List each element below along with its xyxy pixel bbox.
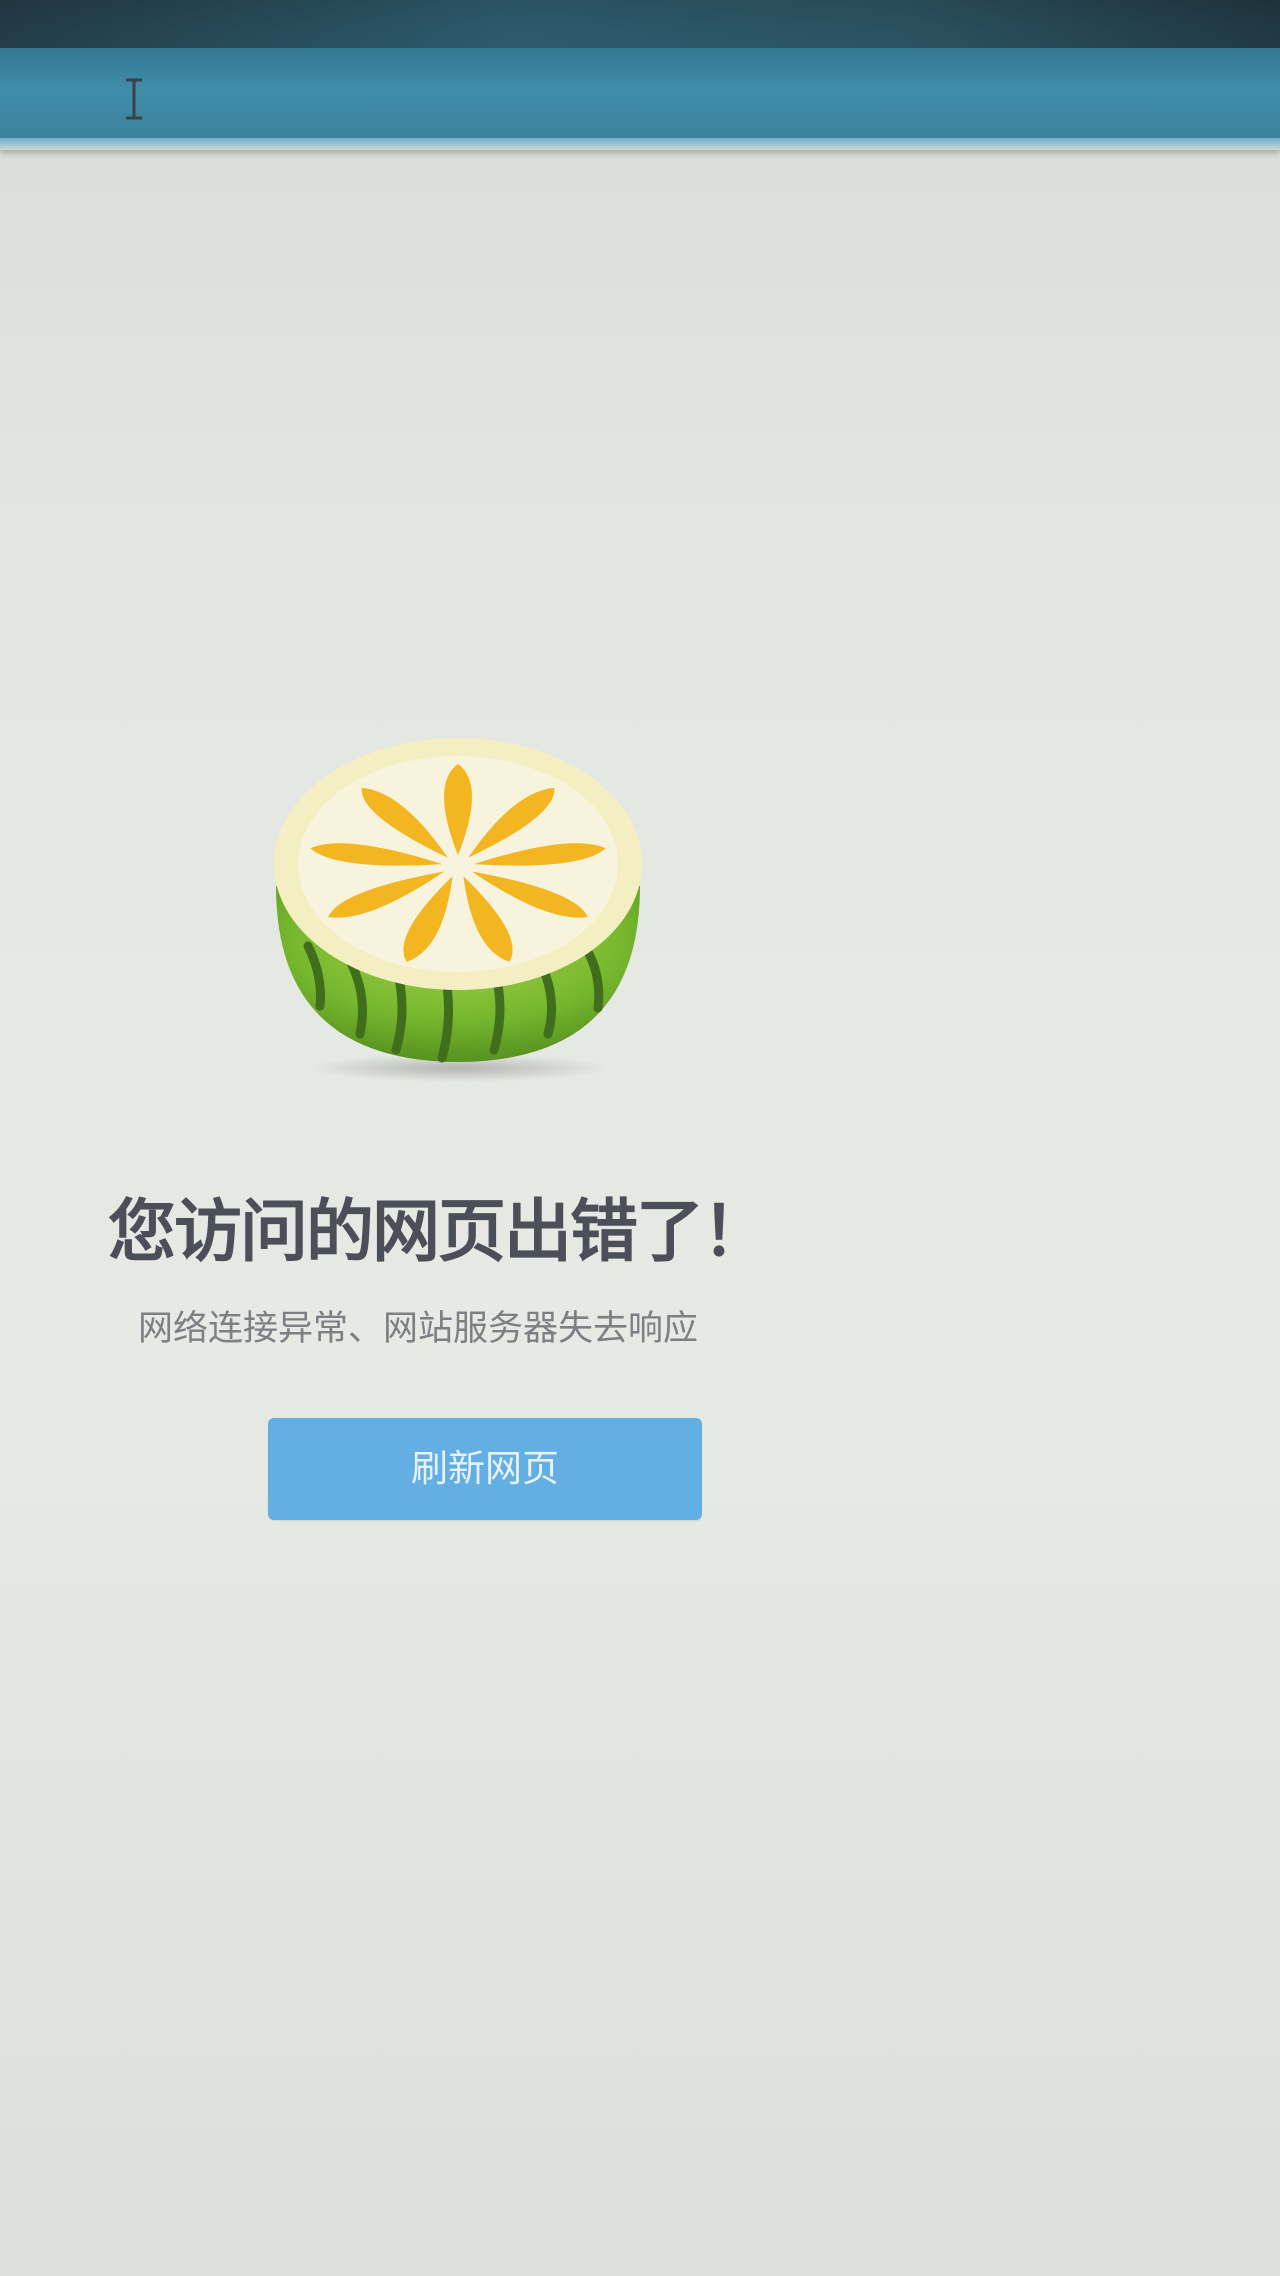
- error-description: 网络连接异常、网站服务器失去响应: [138, 1309, 699, 1349]
- text-cursor-icon: [126, 78, 142, 120]
- watermelon-lemon-icon: [274, 738, 642, 1082]
- browser-top-bar: [0, 0, 1280, 150]
- refresh-page-button[interactable]: 刷新网页: [268, 1418, 702, 1520]
- error-title: 您访问的网页出错了！: [108, 1193, 770, 1272]
